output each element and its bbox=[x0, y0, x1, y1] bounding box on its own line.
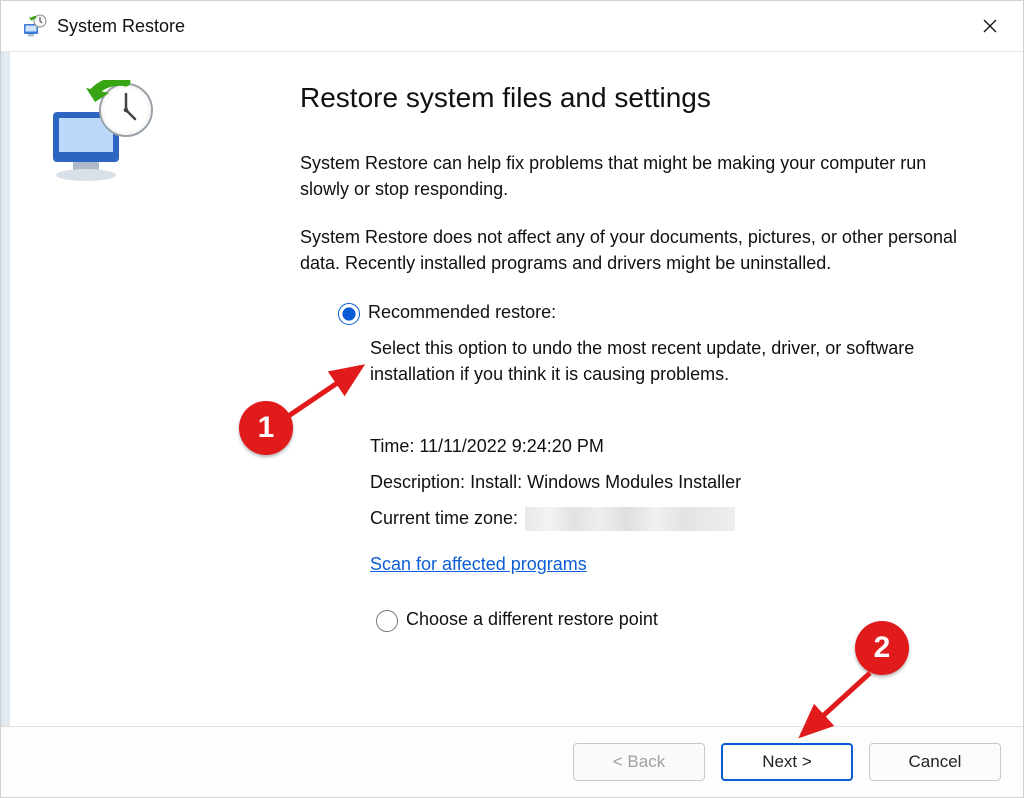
timezone-redacted bbox=[525, 507, 735, 531]
description-value: Install: Windows Modules Installer bbox=[470, 472, 741, 492]
recommended-restore-label: Recommended restore: bbox=[368, 302, 556, 323]
restore-point-details: Time: 11/11/2022 9:24:20 PM Description:… bbox=[370, 428, 967, 536]
intro-paragraph-1: System Restore can help fix problems tha… bbox=[300, 150, 967, 202]
recommended-restore-description: Select this option to undo the most rece… bbox=[370, 335, 960, 387]
page-heading: Restore system files and settings bbox=[300, 82, 967, 114]
intro-paragraph-2: System Restore does not affect any of yo… bbox=[300, 224, 967, 276]
different-restore-point-radio[interactable] bbox=[376, 610, 398, 632]
content-area: Restore system files and settings System… bbox=[300, 52, 1023, 726]
cancel-button[interactable]: Cancel bbox=[869, 743, 1001, 781]
different-restore-point-label: Choose a different restore point bbox=[406, 609, 658, 630]
side-strip bbox=[1, 52, 10, 726]
annotation-arrow-2 bbox=[794, 667, 884, 747]
window-title: System Restore bbox=[57, 16, 963, 37]
wizard-body: Restore system files and settings System… bbox=[1, 52, 1023, 726]
titlebar: System Restore bbox=[1, 1, 1023, 52]
system-restore-icon bbox=[23, 14, 47, 38]
recommended-restore-radio[interactable] bbox=[338, 303, 360, 325]
close-button[interactable] bbox=[963, 6, 1017, 46]
options-group: Recommended restore: Select this option … bbox=[338, 302, 967, 631]
time-value: 11/11/2022 9:24:20 PM bbox=[419, 436, 603, 456]
different-restore-point-option[interactable]: Choose a different restore point bbox=[376, 609, 967, 632]
timezone-label: Current time zone: bbox=[370, 508, 518, 528]
next-button[interactable]: Next > bbox=[721, 743, 853, 781]
system-restore-window: System Restore bbox=[0, 0, 1024, 798]
restore-monitor-clock-icon bbox=[48, 172, 158, 189]
time-label: Time: bbox=[370, 436, 414, 456]
description-label: Description: bbox=[370, 472, 465, 492]
back-button: < Back bbox=[573, 743, 705, 781]
recommended-restore-option[interactable]: Recommended restore: bbox=[338, 302, 967, 325]
hero-column bbox=[10, 52, 300, 726]
annotation-arrow-1 bbox=[283, 361, 373, 421]
scan-affected-programs-link[interactable]: Scan for affected programs bbox=[370, 554, 587, 575]
close-icon bbox=[983, 19, 997, 33]
